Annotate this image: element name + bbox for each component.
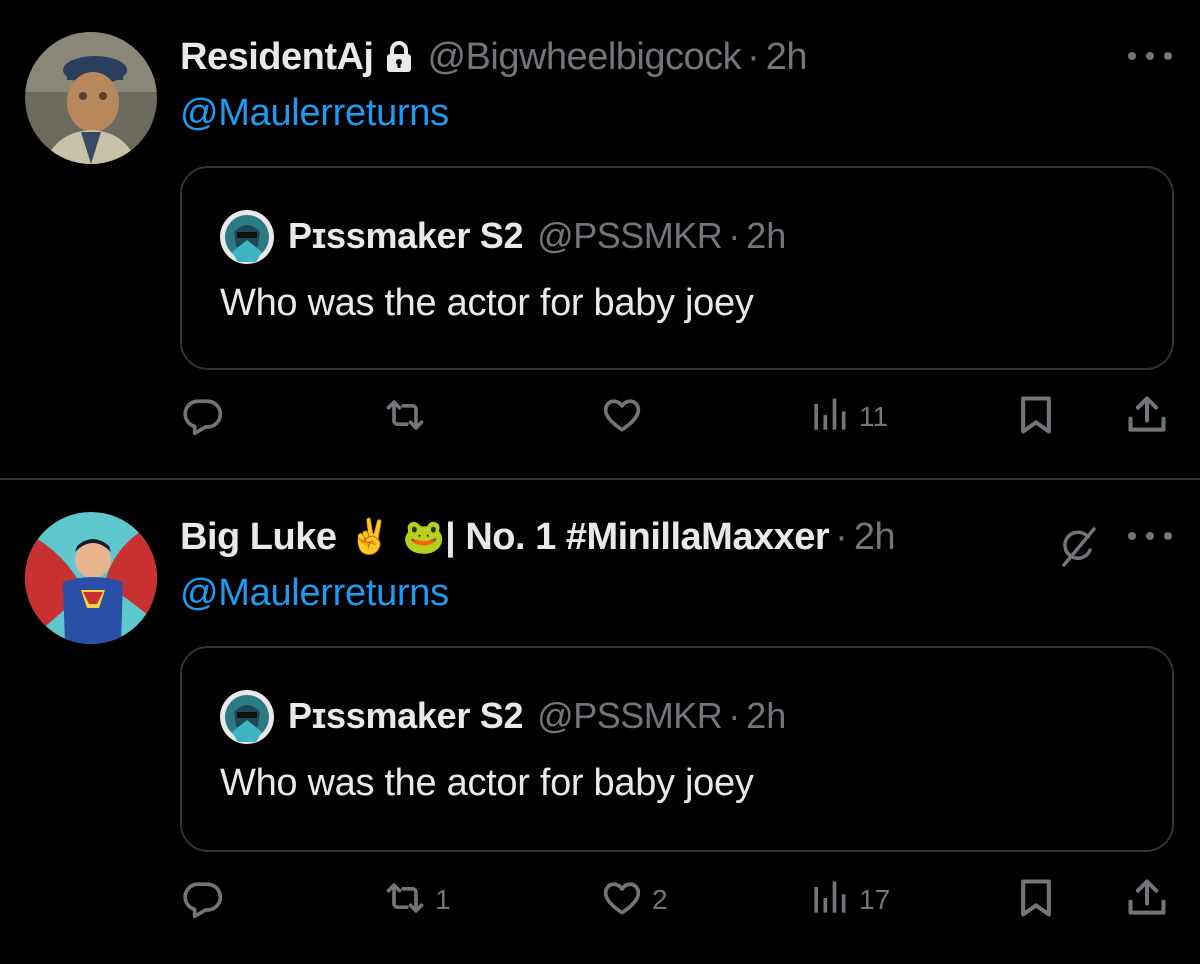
- quoted-text: Who was the actor for baby joey: [220, 282, 754, 324]
- share-button[interactable]: [1125, 875, 1169, 925]
- like-button[interactable]: 2: [600, 875, 668, 925]
- reply-button[interactable]: [180, 392, 232, 442]
- share-button[interactable]: [1125, 392, 1169, 442]
- quoted-header: Pɪssmaker S2 @PSSMKR · 2h: [288, 692, 786, 740]
- quoted-avatar[interactable]: [220, 690, 274, 744]
- retweet-icon: [383, 876, 427, 925]
- replying-to-link[interactable]: @Maulerreturns: [180, 572, 449, 615]
- display-name[interactable]: Big Luke: [180, 516, 337, 559]
- retweet-icon: [383, 393, 427, 442]
- bookmark-button[interactable]: [1014, 875, 1058, 925]
- share-icon: [1125, 393, 1169, 442]
- tweet[interactable]: Big Luke ✌️ 🐸 | No. 1 #MinillaMaxxer · 2…: [0, 480, 1200, 964]
- like-icon: [600, 393, 644, 442]
- action-bar: 1 2 17: [180, 875, 1170, 925]
- avatar[interactable]: [25, 32, 157, 164]
- victory-emoji: ✌️: [348, 518, 391, 556]
- quoted-avatar[interactable]: [220, 210, 274, 264]
- views-count: 11: [859, 401, 889, 432]
- reply-button[interactable]: [180, 875, 232, 925]
- views-icon: [807, 393, 851, 442]
- views-button[interactable]: 11: [807, 392, 888, 442]
- quoted-display-name[interactable]: Pɪssmaker S2: [288, 695, 523, 737]
- bookmark-icon: [1014, 393, 1058, 442]
- timestamp[interactable]: 2h: [766, 36, 808, 79]
- quoted-tweet[interactable]: Pɪssmaker S2 @PSSMKR · 2h Who was the ac…: [180, 646, 1174, 852]
- reply-icon: [180, 393, 224, 442]
- replying-to-link[interactable]: @Maulerreturns: [180, 92, 449, 135]
- tweet-header: ResidentAj @Bigwheelbigcock · 2h: [180, 32, 808, 82]
- quoted-handle[interactable]: @PSSMKR: [537, 695, 723, 737]
- like-button[interactable]: [600, 392, 652, 442]
- views-button[interactable]: 17: [807, 875, 890, 925]
- views-icon: [807, 876, 851, 925]
- reply-icon: [180, 876, 224, 925]
- retweet-button[interactable]: [383, 392, 435, 442]
- quoted-display-name[interactable]: Pɪssmaker S2: [288, 215, 523, 257]
- separator-dot: ·: [728, 215, 741, 256]
- timestamp[interactable]: 2h: [854, 516, 896, 559]
- quoted-timestamp[interactable]: 2h: [746, 695, 786, 737]
- quoted-handle[interactable]: @PSSMKR: [537, 215, 723, 257]
- like-count: 2: [652, 884, 668, 915]
- grok-icon[interactable]: [1055, 524, 1101, 570]
- tweet-header: Big Luke ✌️ 🐸 | No. 1 #MinillaMaxxer · 2…: [180, 512, 896, 562]
- frog-emoji: 🐸: [402, 518, 446, 556]
- quoted-tweet[interactable]: Pɪssmaker S2 @PSSMKR · 2h Who was the ac…: [180, 166, 1174, 370]
- quoted-timestamp[interactable]: 2h: [746, 215, 786, 257]
- quoted-text: Who was the actor for baby joey: [220, 762, 754, 804]
- display-name-suffix[interactable]: | No. 1 #MinillaMaxxer: [445, 516, 830, 559]
- tweet[interactable]: ResidentAj @Bigwheelbigcock · 2h @Mauler…: [0, 0, 1200, 479]
- separator-dot: ·: [747, 35, 760, 78]
- views-count: 17: [859, 884, 891, 915]
- separator-dot: ·: [728, 695, 741, 736]
- handle[interactable]: @Bigwheelbigcock: [427, 36, 741, 79]
- retweet-count: 1: [435, 884, 451, 915]
- retweet-button[interactable]: 1: [383, 875, 451, 925]
- action-bar: 11: [180, 392, 1170, 442]
- bookmark-button[interactable]: [1014, 392, 1058, 442]
- bookmark-icon: [1014, 876, 1058, 925]
- more-icon[interactable]: [1128, 44, 1172, 68]
- quoted-header: Pɪssmaker S2 @PSSMKR · 2h: [288, 212, 786, 260]
- more-icon[interactable]: [1128, 524, 1172, 548]
- display-name[interactable]: ResidentAj: [180, 36, 374, 79]
- share-icon: [1125, 876, 1169, 925]
- separator-dot: ·: [835, 515, 848, 558]
- avatar[interactable]: [25, 512, 157, 644]
- like-icon: [600, 876, 644, 925]
- lock-icon: [385, 39, 413, 75]
